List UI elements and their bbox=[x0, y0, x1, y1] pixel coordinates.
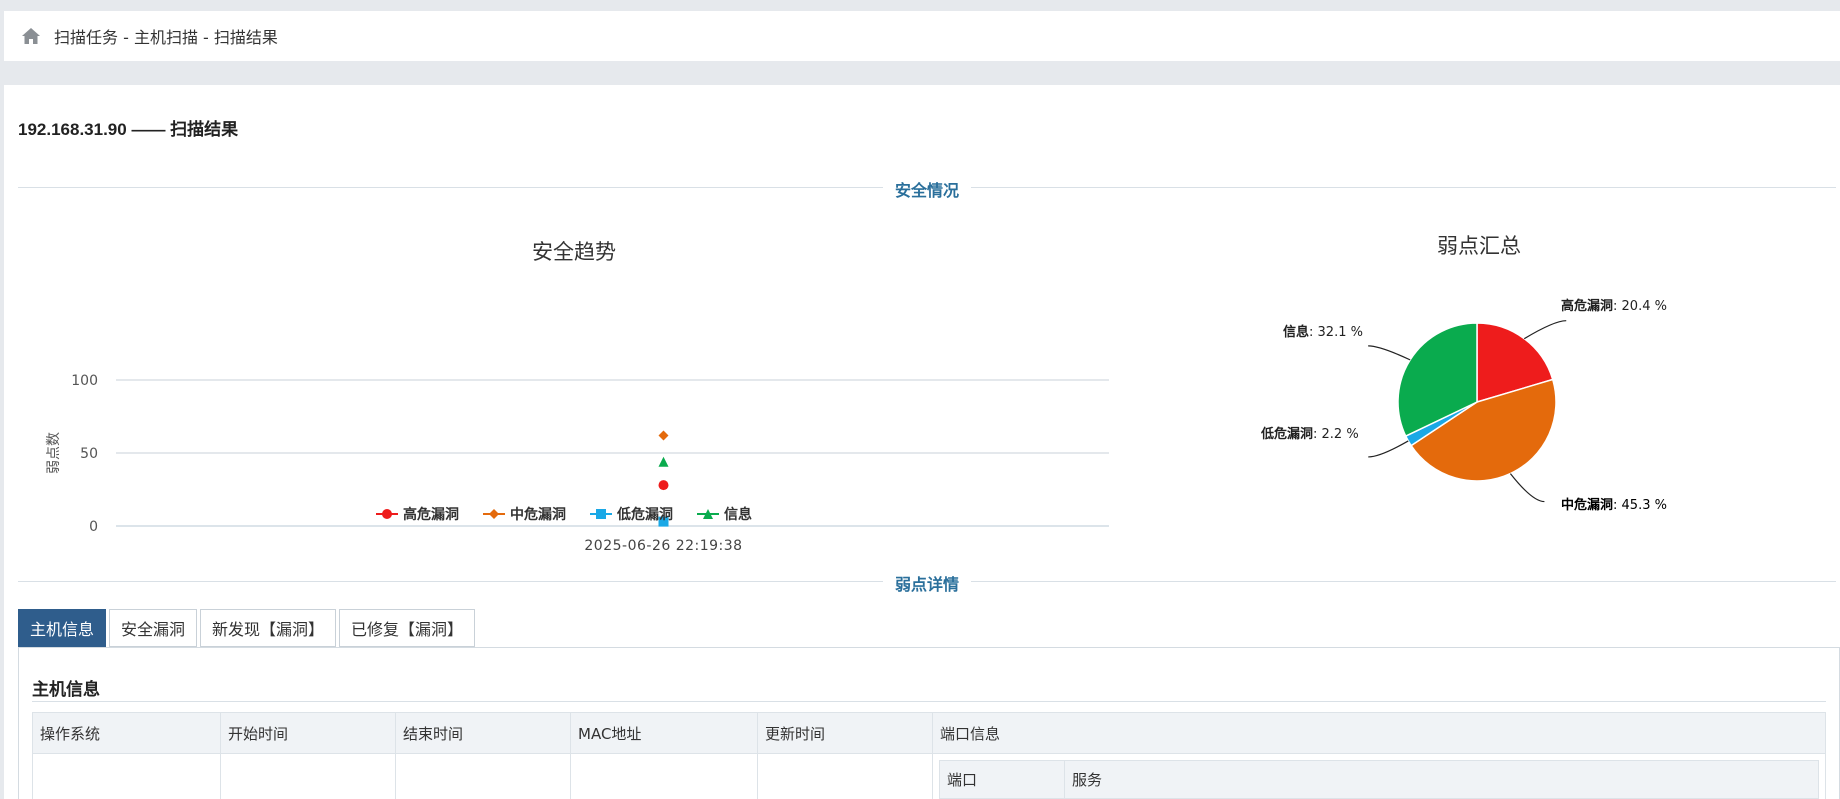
pie-label-high: 高危漏洞: 20.4 % bbox=[1561, 295, 1667, 314]
legend-item-low[interactable]: 低危漏洞 bbox=[590, 504, 673, 524]
cell-update-time bbox=[757, 753, 933, 799]
port-header-row: 端口 服务 bbox=[939, 760, 1819, 799]
x-tick-label: 2025-06-26 22:19:38 bbox=[584, 538, 742, 554]
cell-os bbox=[32, 753, 221, 799]
section-security-label: 安全情况 bbox=[882, 177, 972, 201]
pie-label-info-name: 信息 bbox=[1283, 325, 1310, 340]
pie-label-info-value: : 32.1 % bbox=[1309, 325, 1363, 340]
pie-label-high-name: 高危漏洞 bbox=[1561, 299, 1614, 314]
table-row: 端口 服务 bbox=[32, 753, 1826, 799]
cell-start-time bbox=[220, 753, 396, 799]
y-axis-label: 弱点数 bbox=[46, 432, 62, 474]
page-title: 192.168.31.90 —— 扫描结果 bbox=[18, 120, 239, 139]
col-mac: MAC地址 bbox=[570, 712, 758, 754]
col-os: 操作系统 bbox=[32, 712, 221, 754]
pie-connector-info bbox=[1368, 345, 1411, 361]
pie-connector-medium bbox=[1509, 473, 1545, 503]
col-update-time: 更新时间 bbox=[757, 712, 933, 754]
legend-marker-medium bbox=[483, 509, 505, 519]
col-port-info: 端口信息 bbox=[932, 712, 1826, 754]
legend-item-high[interactable]: 高危漏洞 bbox=[376, 504, 459, 524]
tab-security-vulns[interactable]: 安全漏洞 bbox=[109, 609, 198, 647]
host-info-divider bbox=[32, 701, 1826, 702]
pie-chart: 中危漏洞: 45.3 % bbox=[1368, 320, 1667, 513]
section-details: 弱点详情 bbox=[18, 571, 1836, 595]
point-info bbox=[658, 456, 669, 467]
host-info-table: 操作系统 开始时间 结束时间 MAC地址 更新时间 端口信息 端口 服务 bbox=[32, 712, 1826, 799]
detail-tabs: 主机信息 安全漏洞 新发现【漏洞】 已修复【漏洞】 bbox=[18, 609, 478, 647]
legend-label-info: 信息 bbox=[724, 507, 752, 523]
legend-label-medium: 中危漏洞 bbox=[510, 507, 566, 523]
col-service: 服务 bbox=[1064, 760, 1819, 799]
tab-content: 主机信息 操作系统 开始时间 结束时间 MAC地址 更新时间 端口信息 端口 服… bbox=[18, 647, 1840, 799]
pie-connector-high bbox=[1523, 320, 1567, 340]
pie-connector-low bbox=[1368, 440, 1409, 458]
legend-item-medium[interactable]: 中危漏洞 bbox=[483, 504, 566, 524]
section-details-label: 弱点详情 bbox=[882, 571, 972, 595]
pie-label-high-value: : 20.4 % bbox=[1613, 299, 1667, 314]
point-high bbox=[658, 480, 669, 491]
trend-chart: 100 50 0 弱点数 2025-06-26 22:19:38 bbox=[46, 373, 1109, 554]
legend-label-low: 低危漏洞 bbox=[617, 507, 673, 523]
y-tick-label: 50 bbox=[80, 446, 98, 462]
col-port: 端口 bbox=[939, 760, 1065, 799]
legend-label-high: 高危漏洞 bbox=[403, 507, 459, 523]
y-tick-label: 100 bbox=[71, 373, 98, 389]
cell-port-info: 端口 服务 bbox=[932, 753, 1826, 799]
pie-label-low: 低危漏洞: 2.2 % bbox=[1261, 423, 1359, 442]
tab-host-info[interactable]: 主机信息 bbox=[18, 609, 107, 647]
y-tick-label: 0 bbox=[89, 519, 98, 535]
tab-new-vulns[interactable]: 新发现【漏洞】 bbox=[200, 609, 337, 647]
cell-end-time bbox=[395, 753, 571, 799]
section-security: 安全情况 bbox=[18, 177, 1836, 201]
breadcrumb: 扫描任务 - 主机扫描 - 扫描结果 bbox=[54, 28, 278, 47]
port-table: 端口 服务 bbox=[939, 760, 1819, 799]
pie-label-low-value: : 2.2 % bbox=[1313, 427, 1359, 442]
pie-label-medium: 中危漏洞: 45.3 % bbox=[1561, 497, 1667, 513]
col-end-time: 结束时间 bbox=[395, 712, 571, 754]
legend-marker-info bbox=[697, 509, 719, 519]
legend-marker-low bbox=[590, 509, 612, 519]
legend-marker-high bbox=[376, 509, 398, 519]
home-icon[interactable] bbox=[20, 25, 42, 47]
pie-label-info: 信息: 32.1 % bbox=[1283, 321, 1363, 340]
host-info-header-row: 操作系统 开始时间 结束时间 MAC地址 更新时间 端口信息 bbox=[32, 712, 1826, 754]
pie-chart-title: 弱点汇总 bbox=[1437, 234, 1521, 258]
trend-legend: 高危漏洞 中危漏洞 低危漏洞 信息 bbox=[376, 504, 752, 524]
col-start-time: 开始时间 bbox=[220, 712, 396, 754]
host-info-title: 主机信息 bbox=[32, 680, 100, 700]
breadcrumb-bar: 扫描任务 - 主机扫描 - 扫描结果 bbox=[4, 11, 1840, 61]
point-medium bbox=[658, 430, 669, 441]
cell-mac bbox=[570, 753, 758, 799]
pie-label-low-name: 低危漏洞 bbox=[1261, 427, 1314, 442]
tab-fixed-vulns[interactable]: 已修复【漏洞】 bbox=[339, 609, 476, 647]
legend-item-info[interactable]: 信息 bbox=[697, 504, 752, 524]
